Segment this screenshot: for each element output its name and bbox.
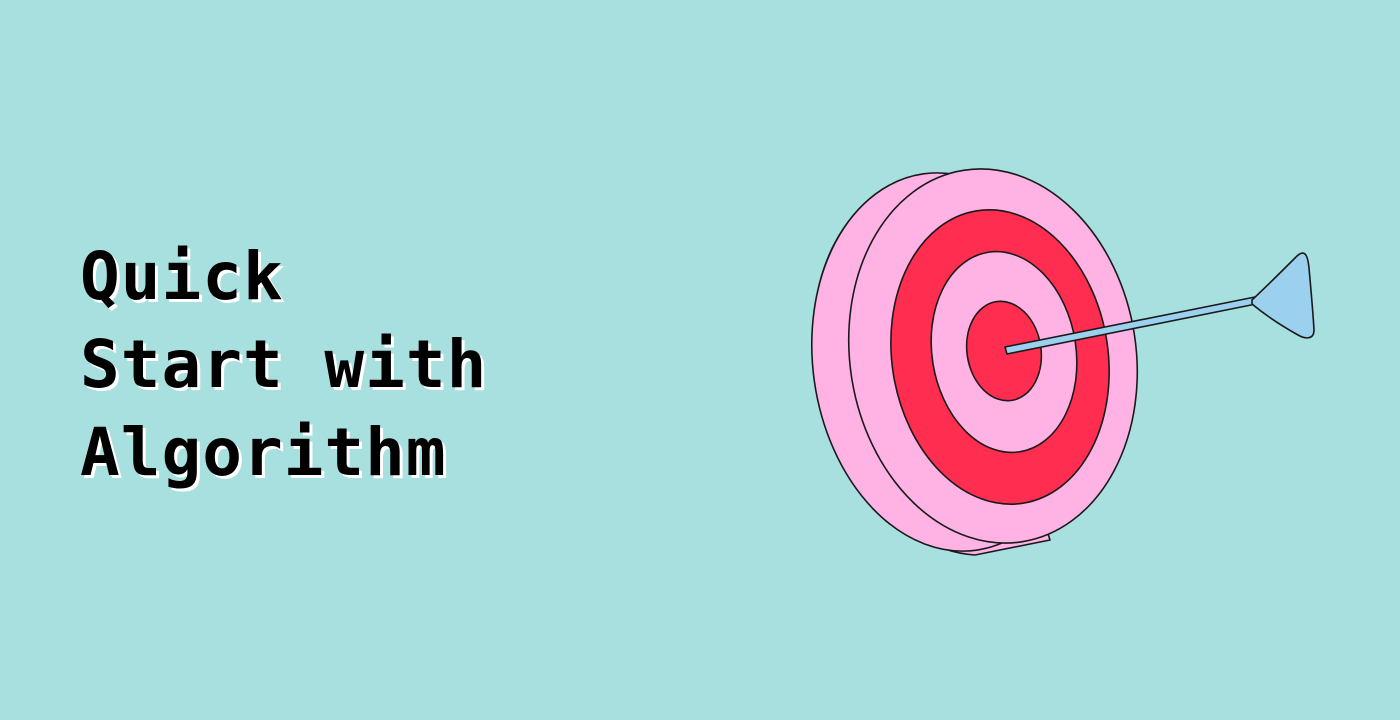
arrow-fletching [1251,252,1315,339]
title-line-1: Quick [80,238,284,315]
hero-banner: Quick Start with Algorithm [0,0,1400,720]
title-line-3: Algorithm [80,414,447,491]
page-title: Quick Start with Algorithm [80,233,487,497]
target-with-arrow-icon [810,168,1315,556]
title-line-2: Start with [80,326,488,403]
